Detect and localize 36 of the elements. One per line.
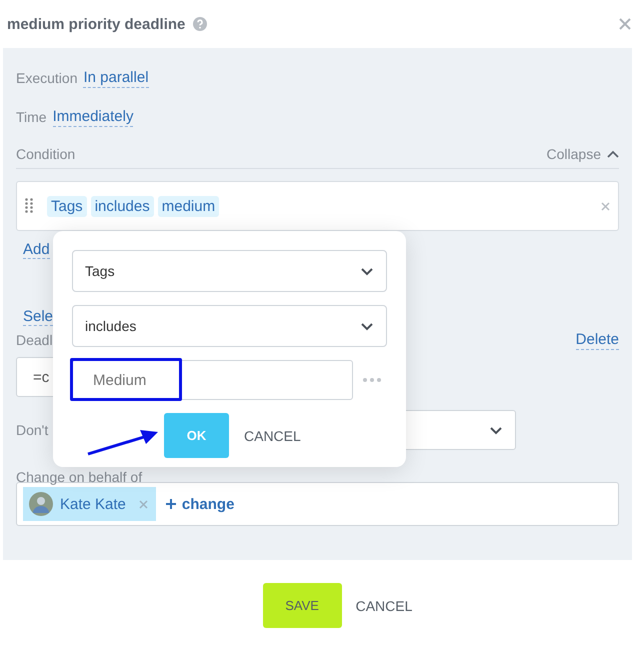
condition-token[interactable]: Tags: [47, 196, 87, 216]
delete-link[interactable]: Delete: [576, 330, 619, 350]
person-chip[interactable]: Kate Kate: [23, 487, 156, 521]
cancel-button[interactable]: CANCEL: [356, 598, 412, 614]
collapse-link[interactable]: Collapse: [546, 146, 601, 162]
close-icon[interactable]: [601, 202, 610, 210]
execution-label: Execution: [16, 70, 78, 86]
field-select[interactable]: Tags: [72, 250, 387, 292]
close-icon[interactable]: [619, 18, 631, 30]
condition-label: Condition: [16, 146, 76, 162]
time-link[interactable]: Immediately: [52, 107, 134, 127]
save-button[interactable]: SAVE: [262, 583, 342, 628]
remove-icon[interactable]: [138, 500, 148, 508]
condition-token[interactable]: medium: [158, 196, 220, 216]
chevron-up-icon[interactable]: [607, 150, 619, 158]
time-label: Time: [16, 109, 47, 125]
chevron-down-icon: [489, 426, 503, 434]
add-link[interactable]: Add: [23, 241, 50, 259]
value-input[interactable]: Medium: [72, 360, 353, 400]
change-link[interactable]: change: [166, 496, 234, 512]
execution-link[interactable]: In parallel: [83, 68, 149, 88]
drag-handle-icon[interactable]: [25, 198, 33, 214]
plus-icon: [166, 499, 176, 509]
avatar-icon: [29, 492, 53, 516]
chevron-down-icon: [360, 322, 374, 330]
operator-select[interactable]: includes: [72, 305, 387, 347]
behalf-label: Change on behalf of: [16, 469, 142, 485]
help-icon: [193, 17, 208, 31]
dialog-title: medium priority deadline: [7, 16, 186, 32]
dont-label: Don't: [16, 422, 48, 438]
condition-token[interactable]: includes: [90, 196, 154, 216]
cancel-button[interactable]: CANCEL: [244, 428, 301, 444]
more-icon[interactable]: [363, 378, 381, 382]
deadline-label: Deadl: [16, 332, 53, 348]
person-name: Kate Kate: [60, 496, 126, 512]
chevron-down-icon: [360, 266, 374, 276]
